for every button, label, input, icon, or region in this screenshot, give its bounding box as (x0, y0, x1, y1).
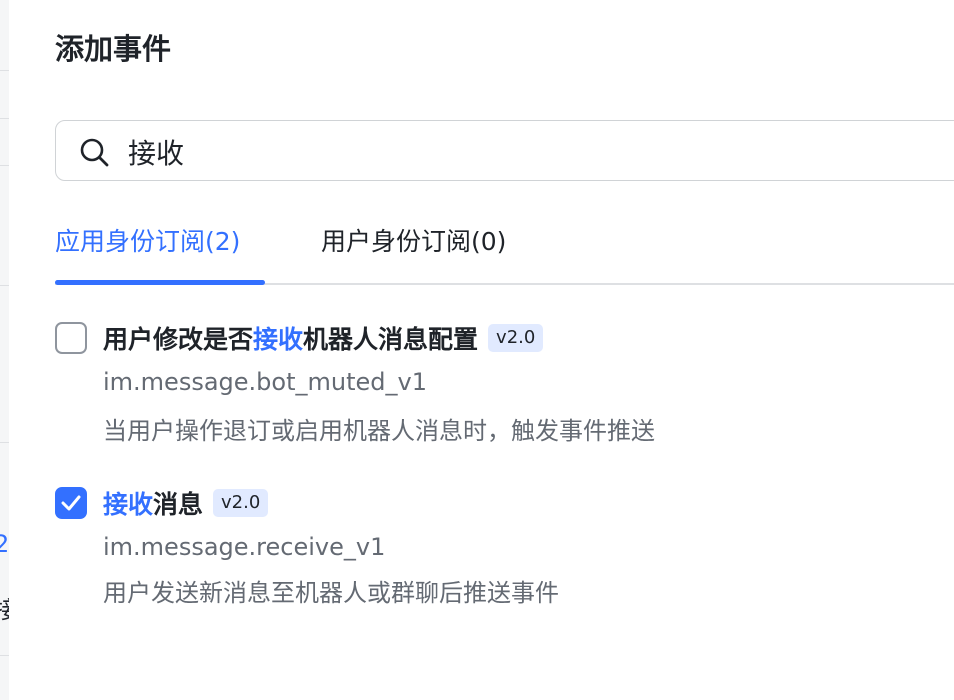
event-title-text: 机器人消息配置 (303, 325, 479, 354)
event-description: 当用户操作退订或启用机器人消息时，触发事件推送 (103, 417, 655, 445)
event-checkbox[interactable] (55, 487, 87, 519)
divider (0, 655, 9, 656)
tab-user-identity[interactable]: 用户身份订阅(0) (321, 222, 506, 258)
version-badge: v2.0 (488, 324, 544, 352)
divider (0, 442, 9, 443)
underlying-text: i (0, 222, 1, 250)
event-title-highlight: 接收 (103, 490, 154, 519)
event-title: 接收 消息 v2.0 (103, 485, 269, 521)
underlying-link: 2 (0, 530, 10, 558)
search-box[interactable] (55, 120, 954, 181)
event-title-text: 用户修改是否 (103, 325, 254, 354)
page: i 2 接 添加事件 应用身份订阅(2) 用户身份订阅(0) 用户修改是否接收机… (0, 0, 954, 700)
event-checkbox[interactable] (55, 322, 87, 354)
event-description: 用户发送新消息至机器人或群聊后推送事件 (103, 579, 559, 607)
search-input[interactable] (126, 133, 930, 171)
tab-app-identity[interactable]: 应用身份订阅(2) (55, 222, 240, 258)
divider (0, 118, 9, 119)
divider (0, 165, 9, 166)
event-key: im.message.bot_muted_v1 (103, 368, 427, 396)
subscription-tabs: 应用身份订阅(2) 用户身份订阅(0) (55, 210, 954, 285)
divider (0, 70, 9, 71)
add-event-dialog: 添加事件 应用身份订阅(2) 用户身份订阅(0) 用户修改是否接收机器人消息配置… (9, 0, 954, 700)
event-title-text: 消息 (153, 490, 204, 519)
divider (0, 285, 9, 286)
underlying-page-edge: i 2 接 (0, 0, 18, 700)
event-title-highlight: 接收 (253, 325, 304, 354)
search-icon (80, 138, 109, 167)
checkmark-icon (61, 495, 81, 511)
event-title: 用户修改是否 接收 机器人消息配置 v2.0 (103, 320, 544, 356)
active-tab-indicator (55, 280, 265, 285)
dialog-title: 添加事件 (55, 32, 172, 66)
version-badge: v2.0 (213, 489, 269, 517)
event-key: im.message.receive_v1 (103, 533, 386, 561)
